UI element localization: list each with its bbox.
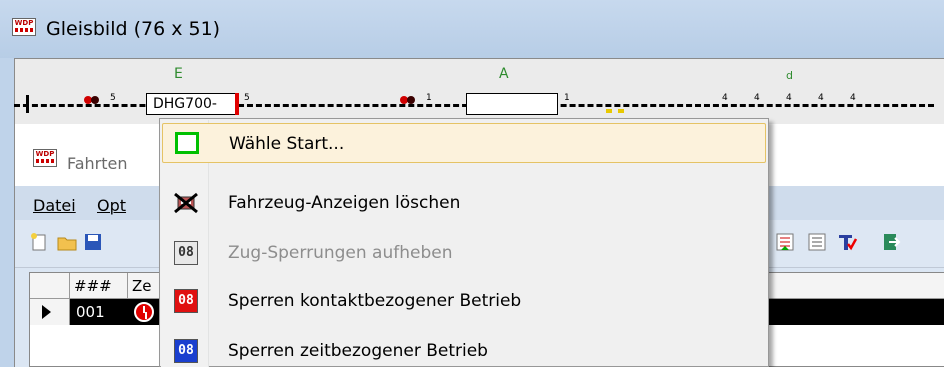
menu-item-label: Sperren zeitbezogener Betrieb bbox=[228, 341, 488, 361]
signal-icon[interactable] bbox=[400, 96, 418, 104]
block-number: 4 bbox=[850, 93, 856, 103]
block-number: 1 bbox=[564, 93, 570, 103]
save-icon[interactable] bbox=[83, 232, 103, 252]
column-header[interactable]: ### bbox=[70, 273, 128, 299]
menu-item-label: Zug-Sperrungen aufheben bbox=[228, 243, 453, 263]
menu-datei[interactable]: Datei bbox=[33, 196, 76, 215]
menu-item-label: Sperren kontaktbezogener Betrieb bbox=[228, 291, 522, 311]
block-number: 4 bbox=[722, 93, 728, 103]
gleisbild-titlebar[interactable]: WDP Gleisbild (76 x 51) bbox=[0, 0, 944, 58]
train-display[interactable]: DHG700- bbox=[146, 93, 239, 115]
block-number: 5 bbox=[110, 93, 116, 103]
train-tool-icon[interactable] bbox=[837, 232, 857, 252]
menu-item-zug-sperrungen-aufheben: 08 Zug-Sperrungen aufheben bbox=[162, 233, 766, 273]
exit-icon[interactable] bbox=[881, 232, 901, 252]
block-number: 4 bbox=[786, 93, 792, 103]
vehicle-delete-icon bbox=[174, 192, 198, 214]
block-number: 4 bbox=[754, 93, 760, 103]
wdp-app-icon: WDP bbox=[12, 18, 36, 36]
menu-item-sperren-zeitbezogen[interactable]: 08 Sperren zeitbezogener Betrieb bbox=[162, 331, 766, 367]
wdp-app-icon: WDP bbox=[33, 149, 57, 167]
menu-item-sperren-kontaktbezogen[interactable]: 08 Sperren kontaktbezogener Betrieb bbox=[162, 281, 766, 321]
section-label-d: d bbox=[786, 69, 793, 82]
clock-icon bbox=[134, 302, 154, 322]
list-view-icon[interactable] bbox=[807, 232, 827, 252]
menu-optionen[interactable]: Opt bbox=[97, 196, 126, 215]
train-label: DHG700- bbox=[153, 96, 217, 112]
current-row-pointer-icon bbox=[30, 299, 70, 325]
empty-train-display[interactable] bbox=[466, 93, 558, 115]
fahrten-title: Fahrten bbox=[67, 154, 128, 173]
train-direction-marker bbox=[235, 93, 239, 115]
context-menu: Wähle Start... Fahrzeug-Anzeigen löschen… bbox=[159, 118, 769, 367]
window-title: Gleisbild (76 x 51) bbox=[46, 18, 221, 40]
08-red-icon: 08 bbox=[174, 289, 198, 313]
row-id: 001 bbox=[76, 303, 105, 321]
block-number: 5 bbox=[244, 93, 250, 103]
menu-item-fahrzeug-anzeigen-loeschen[interactable]: Fahrzeug-Anzeigen löschen bbox=[162, 183, 766, 223]
row-header-corner bbox=[30, 273, 70, 299]
track-end-icon bbox=[26, 95, 29, 113]
new-file-icon[interactable] bbox=[29, 232, 49, 252]
signal-icon[interactable] bbox=[84, 96, 102, 104]
route-table-icon[interactable] bbox=[775, 232, 795, 252]
yellow-signal-icon bbox=[618, 109, 624, 113]
block-number: 1 bbox=[426, 93, 432, 103]
open-folder-icon[interactable] bbox=[57, 232, 77, 252]
block-number: 4 bbox=[818, 93, 824, 103]
menu-item-label: Fahrzeug-Anzeigen löschen bbox=[228, 193, 461, 213]
menu-item-waehle-start[interactable]: Wähle Start... bbox=[162, 123, 766, 163]
section-label-a: A bbox=[499, 66, 509, 82]
section-label-e: E bbox=[174, 66, 183, 82]
08-grey-icon: 08 bbox=[174, 241, 198, 265]
yellow-signal-icon bbox=[606, 109, 612, 113]
start-square-icon bbox=[175, 132, 199, 154]
menu-item-label: Wähle Start... bbox=[229, 134, 345, 154]
08-blue-icon: 08 bbox=[174, 339, 198, 363]
